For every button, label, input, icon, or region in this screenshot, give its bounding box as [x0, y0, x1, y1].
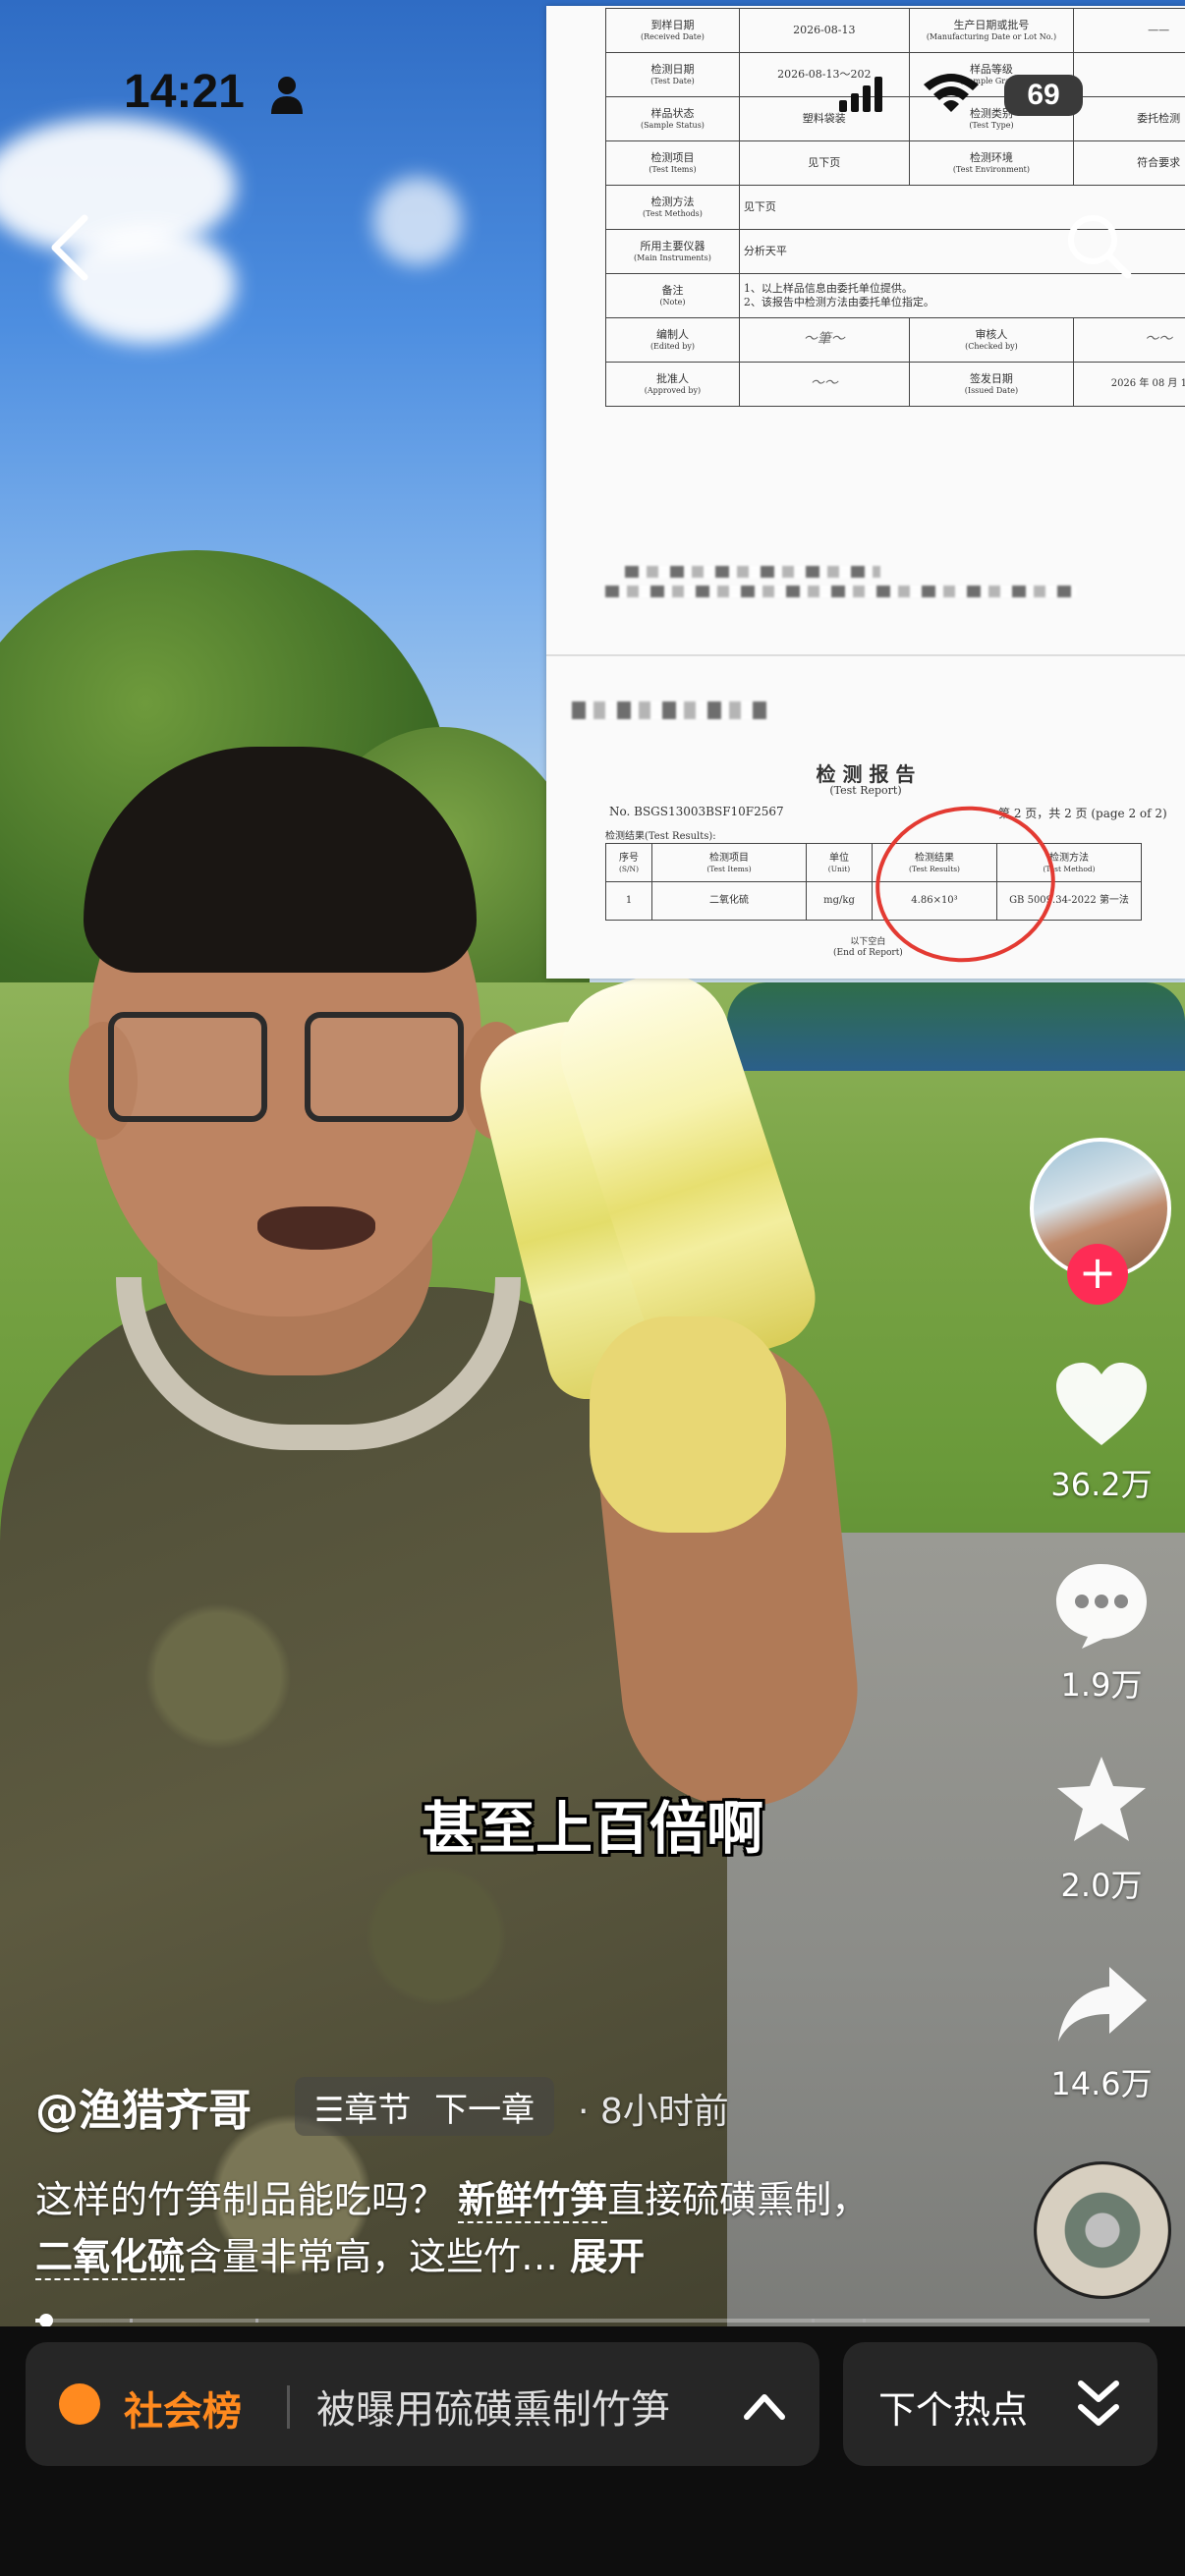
music-disc[interactable]	[1034, 2161, 1171, 2299]
hashtag-link[interactable]: 二氧化硫	[35, 2235, 186, 2280]
table-row: 检测项目 (Test Items) 见下页 检测环境 (Test Environme…	[605, 140, 1185, 186]
share-arrow-icon	[1058, 1967, 1147, 2042]
signature: 〜筆〜	[803, 331, 845, 348]
comment-count: 1.9万	[1060, 1666, 1143, 1704]
chapter-marker	[812, 2319, 815, 2323]
results-table: 序号 (S/N) 检测项目 (Test Items) 单位 (Unit) 检测结果 (T…	[605, 843, 1142, 921]
chapter-marker	[255, 2319, 258, 2323]
list-icon: ☰	[313, 2090, 345, 2130]
report-info-table: 到样日期 (Received Date) 2026-08-13 生产日期或批号 (M…	[605, 8, 1185, 407]
like-count: 36.2万	[1050, 1466, 1153, 1503]
table-row: 批准人 (Approved by) 〜〜 签发日期 (Issued Date) 20…	[605, 362, 1185, 407]
back-icon[interactable]	[41, 210, 100, 285]
table-row: 样品状态 (Sample Status) 塑料袋装 检测类别 (Test Type)…	[605, 96, 1185, 141]
favorite-count: 2.0万	[1060, 1867, 1143, 1904]
video-subtitle: 甚至上百倍啊	[421, 1795, 763, 1862]
chapter-marker	[863, 2319, 866, 2323]
video-caption[interactable]: 这样的竹笋制品能吃吗？ 新鲜竹笋直接硫磺熏制，二氧化硫含量非常高，这些竹… 展开	[35, 2171, 880, 2285]
wifi-icon	[924, 74, 979, 112]
heart-icon	[1056, 1363, 1147, 1445]
table-row: 到样日期 (Received Date) 2026-08-13 生产日期或批号 (M…	[605, 8, 1185, 53]
chevron-up-icon[interactable]	[735, 2378, 794, 2436]
yellow-glove	[590, 1316, 786, 1533]
share-count: 14.6万	[1050, 2065, 1153, 2102]
next-hot-topic-label: 下个热点	[878, 2388, 1029, 2432]
redacted-text	[605, 586, 1077, 597]
table-row: 1 二氧化硫 mg/kg 4.86×10³ GB 5009.34-2022 第一…	[605, 881, 1142, 921]
search-icon[interactable]	[1061, 208, 1136, 283]
author-name[interactable]: @渔猎齐哥	[35, 2075, 252, 2138]
expand-caption-button[interactable]: 展开	[570, 2235, 645, 2278]
redacted-text	[572, 701, 768, 719]
video-screen[interactable]: 到样日期 (Received Date) 2026-08-13 生产日期或批号 (M…	[0, 0, 1185, 2576]
mouth	[257, 1206, 375, 1250]
cellular-signal-icon	[839, 77, 882, 112]
hashtag-link[interactable]: 新鲜竹笋	[458, 2178, 608, 2223]
double-chevron-down-icon	[1078, 2380, 1119, 2426]
person-icon	[271, 77, 303, 114]
video-progress-bar[interactable]	[35, 2314, 1150, 2327]
signature: 〜〜	[810, 375, 838, 392]
post-time: · 8小时前	[578, 2092, 729, 2132]
report-title-en: (Test Report)	[829, 784, 902, 797]
redacted-text	[625, 566, 880, 578]
end-of-report: 以下空白 (End of Report)	[833, 937, 903, 958]
chapter-controls: ☰章节 下一章	[295, 2077, 554, 2136]
table-row: 编制人 (Edited by) 〜筆〜 审核人 (Checked by) 〜〜	[605, 317, 1185, 363]
divider	[287, 2385, 290, 2429]
next-chapter-button[interactable]: 下一章	[434, 2083, 535, 2131]
test-report-overlay: 到样日期 (Received Date) 2026-08-13 生产日期或批号 (M…	[546, 6, 1185, 979]
report-title: 检 测 报 告	[816, 762, 916, 786]
comment-button[interactable]	[1047, 1556, 1156, 1654]
report-number: No. BSGS13003BSF10F2567	[609, 805, 784, 818]
hot-list-icon	[59, 2383, 100, 2425]
share-button[interactable]	[1047, 1955, 1156, 2053]
signature: 〜〜	[1145, 331, 1173, 348]
follow-button[interactable]: +	[1067, 1244, 1128, 1305]
cloud	[373, 177, 462, 265]
chapter-marker	[130, 2319, 133, 2323]
battery-indicator: 69	[1004, 75, 1083, 116]
results-label: 检测结果(Test Results):	[605, 831, 716, 842]
comment-icon	[1056, 1564, 1147, 1649]
page-info: 第 2 页，共 2 页 (page 2 of 2)	[998, 807, 1167, 820]
like-button[interactable]	[1047, 1356, 1156, 1454]
hot-topic-text[interactable]: 被曝用硫磺熏制竹笋	[316, 2378, 729, 2435]
glasses	[108, 1012, 481, 1122]
hot-list-label: 社会榜	[124, 2389, 242, 2435]
plantation-row	[727, 982, 1185, 1071]
table-row: 检测日期 (Test Date) 2026-08-13～202 样品等级 (Samp…	[605, 52, 1185, 97]
status-time: 14:21	[124, 66, 245, 118]
table-header-row: 序号 (S/N) 检测项目 (Test Items) 单位 (Unit) 检测结果 (T…	[605, 843, 1142, 882]
chapter-button[interactable]: ☰章节	[314, 2083, 411, 2131]
page-divider	[546, 654, 1185, 656]
